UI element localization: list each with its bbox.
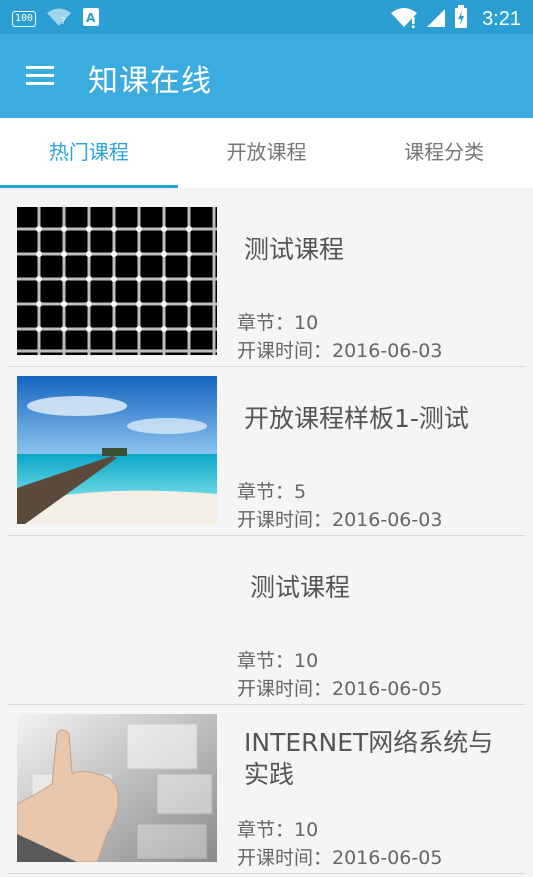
wifi-question-icon: ? xyxy=(46,7,72,31)
course-item[interactable]: 开放课程样板1-测试 章节：5 开课时间：2016-06-03 xyxy=(8,367,525,536)
tab-course-categories[interactable]: 课程分类 xyxy=(355,118,533,188)
svg-text:A: A xyxy=(86,11,96,25)
course-chapters: 章节：10 xyxy=(237,312,319,334)
course-title: INTERNET网络系统与实践 xyxy=(244,728,494,789)
course-title: 测试课程 xyxy=(244,235,345,264)
status-left-icons: 100 ? A xyxy=(12,7,100,31)
course-thumbnail xyxy=(17,207,217,355)
course-open-time: 开课时间：2016-06-05 xyxy=(237,678,443,700)
status-bar: 100 ? A 3:21 xyxy=(0,0,533,34)
course-open-time: 开课时间：2016-06-05 xyxy=(237,847,443,869)
battery-charging-icon xyxy=(454,5,468,33)
battery-saver-badge: 100 xyxy=(12,11,37,27)
course-title: 测试课程 xyxy=(250,573,351,602)
svg-text:?: ? xyxy=(61,17,66,27)
tab-open-courses[interactable]: 开放课程 xyxy=(178,118,356,188)
course-list: 测试课程 章节：10 开课时间：2016-06-03 开放课程样板1-测试 章节… xyxy=(8,198,525,874)
hamburger-menu-icon[interactable] xyxy=(26,64,56,88)
app-title: 知课在线 xyxy=(88,64,212,99)
course-open-time: 开课时间：2016-06-03 xyxy=(237,340,443,362)
clock: 3:21 xyxy=(482,7,521,30)
course-chapters: 章节：5 xyxy=(237,481,307,503)
course-item[interactable]: INTERNET网络系统与实践 章节：10 开课时间：2016-06-05 xyxy=(8,705,525,874)
course-chapters: 章节：10 xyxy=(237,650,319,672)
course-item[interactable]: 测试课程 章节：10 开课时间：2016-06-03 xyxy=(8,198,525,367)
status-right-icons: 3:21 xyxy=(390,5,521,33)
keyboard-a-icon: A xyxy=(82,7,100,31)
signal-icon xyxy=(426,6,446,32)
course-chapters: 章节：10 xyxy=(237,819,319,841)
tab-bar: 热门课程 开放课程 课程分类 xyxy=(0,118,533,188)
course-title: 开放课程样板1-测试 xyxy=(244,404,469,433)
course-thumbnail xyxy=(17,376,217,524)
course-item[interactable]: 测试课程 章节：10 开课时间：2016-06-05 xyxy=(8,536,525,705)
course-thumbnail xyxy=(17,714,217,862)
app-bar: 知课在线 xyxy=(0,34,533,118)
wifi-icon xyxy=(390,6,418,32)
course-open-time: 开课时间：2016-06-03 xyxy=(237,509,443,531)
tab-popular-courses[interactable]: 热门课程 xyxy=(0,118,178,188)
